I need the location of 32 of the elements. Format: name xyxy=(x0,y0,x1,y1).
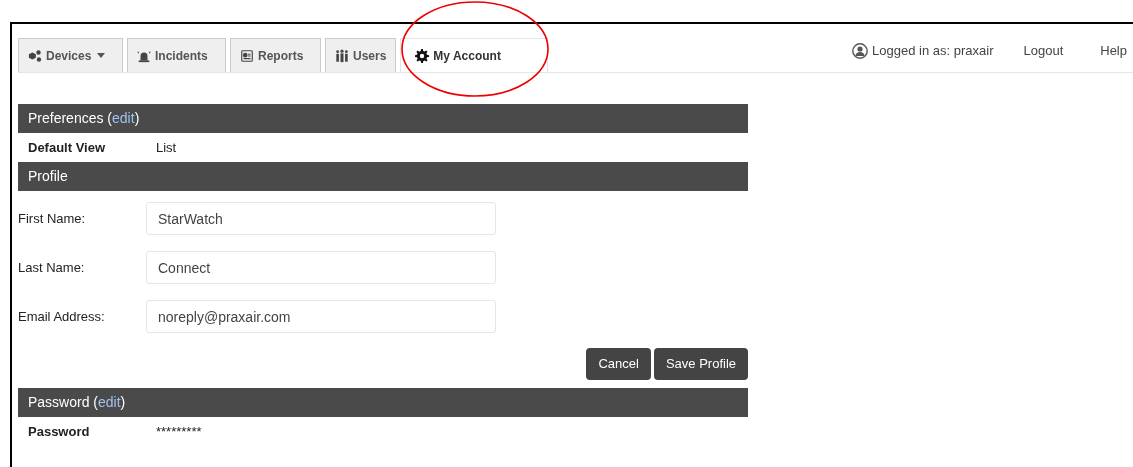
document-icon xyxy=(240,48,254,63)
row-label: Password xyxy=(28,422,91,441)
nav-tab[interactable]: My Account xyxy=(400,38,549,72)
cancel-button[interactable]: Cancel xyxy=(586,348,651,380)
nav-tab[interactable]: Incidents xyxy=(127,38,226,72)
field-label: Email Address: xyxy=(18,307,106,326)
row-value: ********* xyxy=(156,422,202,441)
user-icon xyxy=(852,42,869,59)
nav-link[interactable]: Logout xyxy=(1023,41,1064,61)
nav-tab[interactable]: Devices xyxy=(18,38,123,72)
section-title: Profile xyxy=(28,167,68,186)
nav-link[interactable]: Help xyxy=(1100,41,1127,61)
section-title: Password (edit) xyxy=(28,393,126,412)
field-label: Last Name: xyxy=(18,258,86,277)
edit-link[interactable]: edit xyxy=(98,394,121,410)
text-field[interactable]: noreply@praxair.com xyxy=(146,300,496,333)
text-field[interactable]: StarWatch xyxy=(146,202,496,235)
nav-tab[interactable]: Users xyxy=(325,38,397,72)
nav-tab[interactable]: Reports xyxy=(230,38,321,72)
field-label: First Name: xyxy=(18,209,87,228)
gear-icon xyxy=(415,48,430,63)
logged-in-text: Logged in as: praxair xyxy=(872,42,994,60)
bell-icon xyxy=(137,48,151,63)
edit-link[interactable]: edit xyxy=(112,110,135,126)
cubes-icon xyxy=(28,48,42,63)
users-icon xyxy=(335,48,349,63)
section-title: Preferences (edit) xyxy=(28,109,140,128)
text-field[interactable]: Connect xyxy=(146,251,496,284)
save-button[interactable]: Save Profile xyxy=(653,348,748,380)
caret-icon xyxy=(97,53,106,58)
row-value: List xyxy=(156,138,177,157)
row-label: Default View xyxy=(28,138,107,157)
